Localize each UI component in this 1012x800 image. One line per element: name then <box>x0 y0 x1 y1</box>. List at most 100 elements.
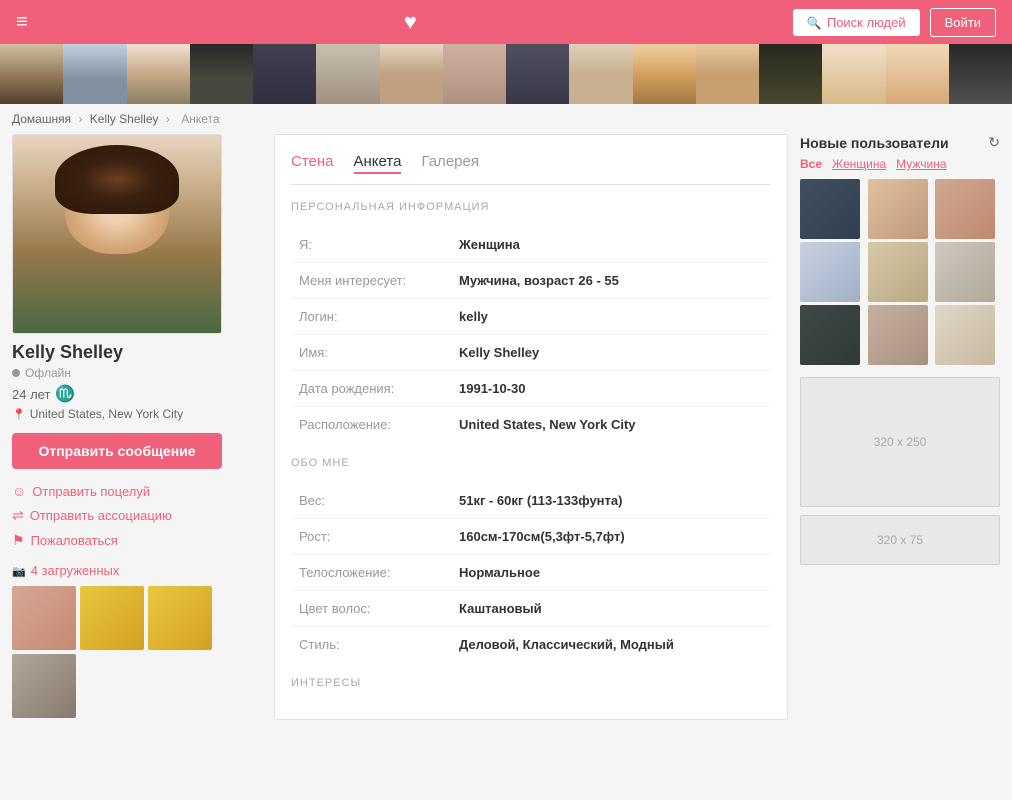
breadcrumb: Домашняя › Kelly Shelley › Анкета <box>0 104 1012 134</box>
tab-wall[interactable]: Стена <box>291 151 334 174</box>
new-user-9[interactable] <box>935 305 995 365</box>
row-label: Логин: <box>291 299 451 335</box>
zodiac-icon: ♏ <box>55 384 75 404</box>
strip-photo-10[interactable] <box>569 44 632 104</box>
row-label: Стиль: <box>291 627 451 663</box>
new-users-header: Новые пользователи ↻ <box>800 134 1000 151</box>
strip-photo-8[interactable] <box>443 44 506 104</box>
row-value: kelly <box>451 299 771 335</box>
profile-location: United States, New York City <box>12 407 262 421</box>
strip-photo-12[interactable] <box>696 44 759 104</box>
new-user-5[interactable] <box>868 242 928 302</box>
kiss-icon <box>12 483 26 499</box>
new-user-3[interactable] <box>935 179 995 239</box>
breadcrumb-user[interactable]: Kelly Shelley <box>90 112 159 126</box>
new-users-filters: Все Женщина Мужчина <box>800 157 1000 171</box>
new-users-title: Новые пользователи <box>800 135 949 151</box>
search-icon <box>807 15 822 30</box>
association-icon <box>12 507 24 524</box>
table-row: Логин:kelly <box>291 299 771 335</box>
send-association-link[interactable]: Отправить ассоциацию <box>12 507 262 524</box>
table-row: Я:Женщина <box>291 227 771 263</box>
strip-photo-13[interactable] <box>759 44 822 104</box>
login-button[interactable]: Войти <box>930 8 996 37</box>
row-label: Рост: <box>291 519 451 555</box>
thumb-3[interactable] <box>148 586 212 650</box>
profile-age: 24 лет ♏ <box>12 384 262 404</box>
complaint-link[interactable]: Пожаловаться <box>12 532 262 549</box>
table-row: Дата рождения:1991-10-30 <box>291 371 771 407</box>
about-me-table: Вес:51кг - 60кг (113-133фунта)Рост:160см… <box>291 483 771 662</box>
new-user-4[interactable] <box>800 242 860 302</box>
table-row: Цвет волос:Каштановый <box>291 591 771 627</box>
profile-photo <box>12 134 222 334</box>
table-row: Имя:Kelly Shelley <box>291 335 771 371</box>
row-value: 1991-10-30 <box>451 371 771 407</box>
row-value: Нормальное <box>451 555 771 591</box>
new-user-7[interactable] <box>800 305 860 365</box>
new-user-8[interactable] <box>868 305 928 365</box>
main-container: Kelly Shelley Офлайн 24 лет ♏ United Sta… <box>0 134 1012 732</box>
new-user-2[interactable] <box>868 179 928 239</box>
row-label: Расположение: <box>291 407 451 443</box>
personal-info-table: Я:ЖенщинаМеня интересует:Мужчина, возрас… <box>291 227 771 442</box>
logo-heart: ♥ <box>404 9 417 35</box>
strip-photo-3[interactable] <box>127 44 190 104</box>
breadcrumb-current: Анкета <box>181 112 219 126</box>
row-label: Телосложение: <box>291 555 451 591</box>
search-people-button[interactable]: Поиск людей <box>793 9 920 36</box>
tab-gallery[interactable]: Галерея <box>421 151 479 174</box>
row-label: Я: <box>291 227 451 263</box>
table-row: Расположение:United States, New York Cit… <box>291 407 771 443</box>
status-indicator <box>12 369 20 377</box>
strip-photo-6[interactable] <box>316 44 379 104</box>
breadcrumb-home[interactable]: Домашняя <box>12 112 71 126</box>
strip-photo-1[interactable] <box>0 44 63 104</box>
table-row: Меня интересует:Мужчина, возраст 26 - 55 <box>291 263 771 299</box>
action-links: Отправить поцелуй Отправить ассоциацию П… <box>12 483 262 549</box>
send-kiss-link[interactable]: Отправить поцелуй <box>12 483 262 499</box>
filter-women[interactable]: Женщина <box>832 157 886 171</box>
right-sidebar: Новые пользователи ↻ Все Женщина Мужчина… <box>800 134 1000 720</box>
table-row: Телосложение:Нормальное <box>291 555 771 591</box>
strip-photo-5[interactable] <box>253 44 316 104</box>
profile-status: Офлайн <box>12 366 262 380</box>
pin-icon <box>12 407 26 421</box>
thumb-4[interactable] <box>12 654 76 718</box>
table-row: Вес:51кг - 60кг (113-133фунта) <box>291 483 771 519</box>
send-message-button[interactable]: Отправить сообщение <box>12 433 222 469</box>
profile-name: Kelly Shelley <box>12 342 262 363</box>
flag-icon <box>12 532 25 549</box>
tab-anketa[interactable]: Анкета <box>354 151 402 174</box>
menu-icon[interactable] <box>16 11 28 34</box>
personal-info-section-title: ПЕРСОНАЛЬНАЯ ИНФОРМАЦИЯ <box>291 201 771 213</box>
strip-photo-9[interactable] <box>506 44 569 104</box>
filter-men[interactable]: Мужчина <box>896 157 946 171</box>
interests-section-title: ИНТЕРЕСЫ <box>291 677 771 689</box>
strip-photo-14[interactable] <box>822 44 885 104</box>
header: ♥ Поиск людей Войти <box>0 0 1012 44</box>
filter-all[interactable]: Все <box>800 157 822 171</box>
strip-photo-7[interactable] <box>380 44 443 104</box>
thumbnail-grid <box>12 586 262 650</box>
ad-small: 320 x 75 <box>800 515 1000 565</box>
row-label: Меня интересует: <box>291 263 451 299</box>
strip-photo-15[interactable] <box>886 44 949 104</box>
photo-strip <box>0 44 1012 104</box>
row-value: Kelly Shelley <box>451 335 771 371</box>
strip-photo-2[interactable] <box>63 44 126 104</box>
heart-icon: ♥ <box>404 9 417 34</box>
strip-photo-11[interactable] <box>633 44 696 104</box>
new-user-6[interactable] <box>935 242 995 302</box>
camera-icon <box>12 563 26 578</box>
refresh-icon[interactable]: ↻ <box>988 134 1000 151</box>
strip-photo-16[interactable] <box>949 44 1012 104</box>
ad-large: 320 x 250 <box>800 377 1000 507</box>
new-users-grid <box>800 179 1000 365</box>
thumb-2[interactable] <box>80 586 144 650</box>
strip-photo-4[interactable] <box>190 44 253 104</box>
new-user-1[interactable] <box>800 179 860 239</box>
left-sidebar: Kelly Shelley Офлайн 24 лет ♏ United Sta… <box>12 134 262 720</box>
row-value: 51кг - 60кг (113-133фунта) <box>451 483 771 519</box>
thumb-1[interactable] <box>12 586 76 650</box>
